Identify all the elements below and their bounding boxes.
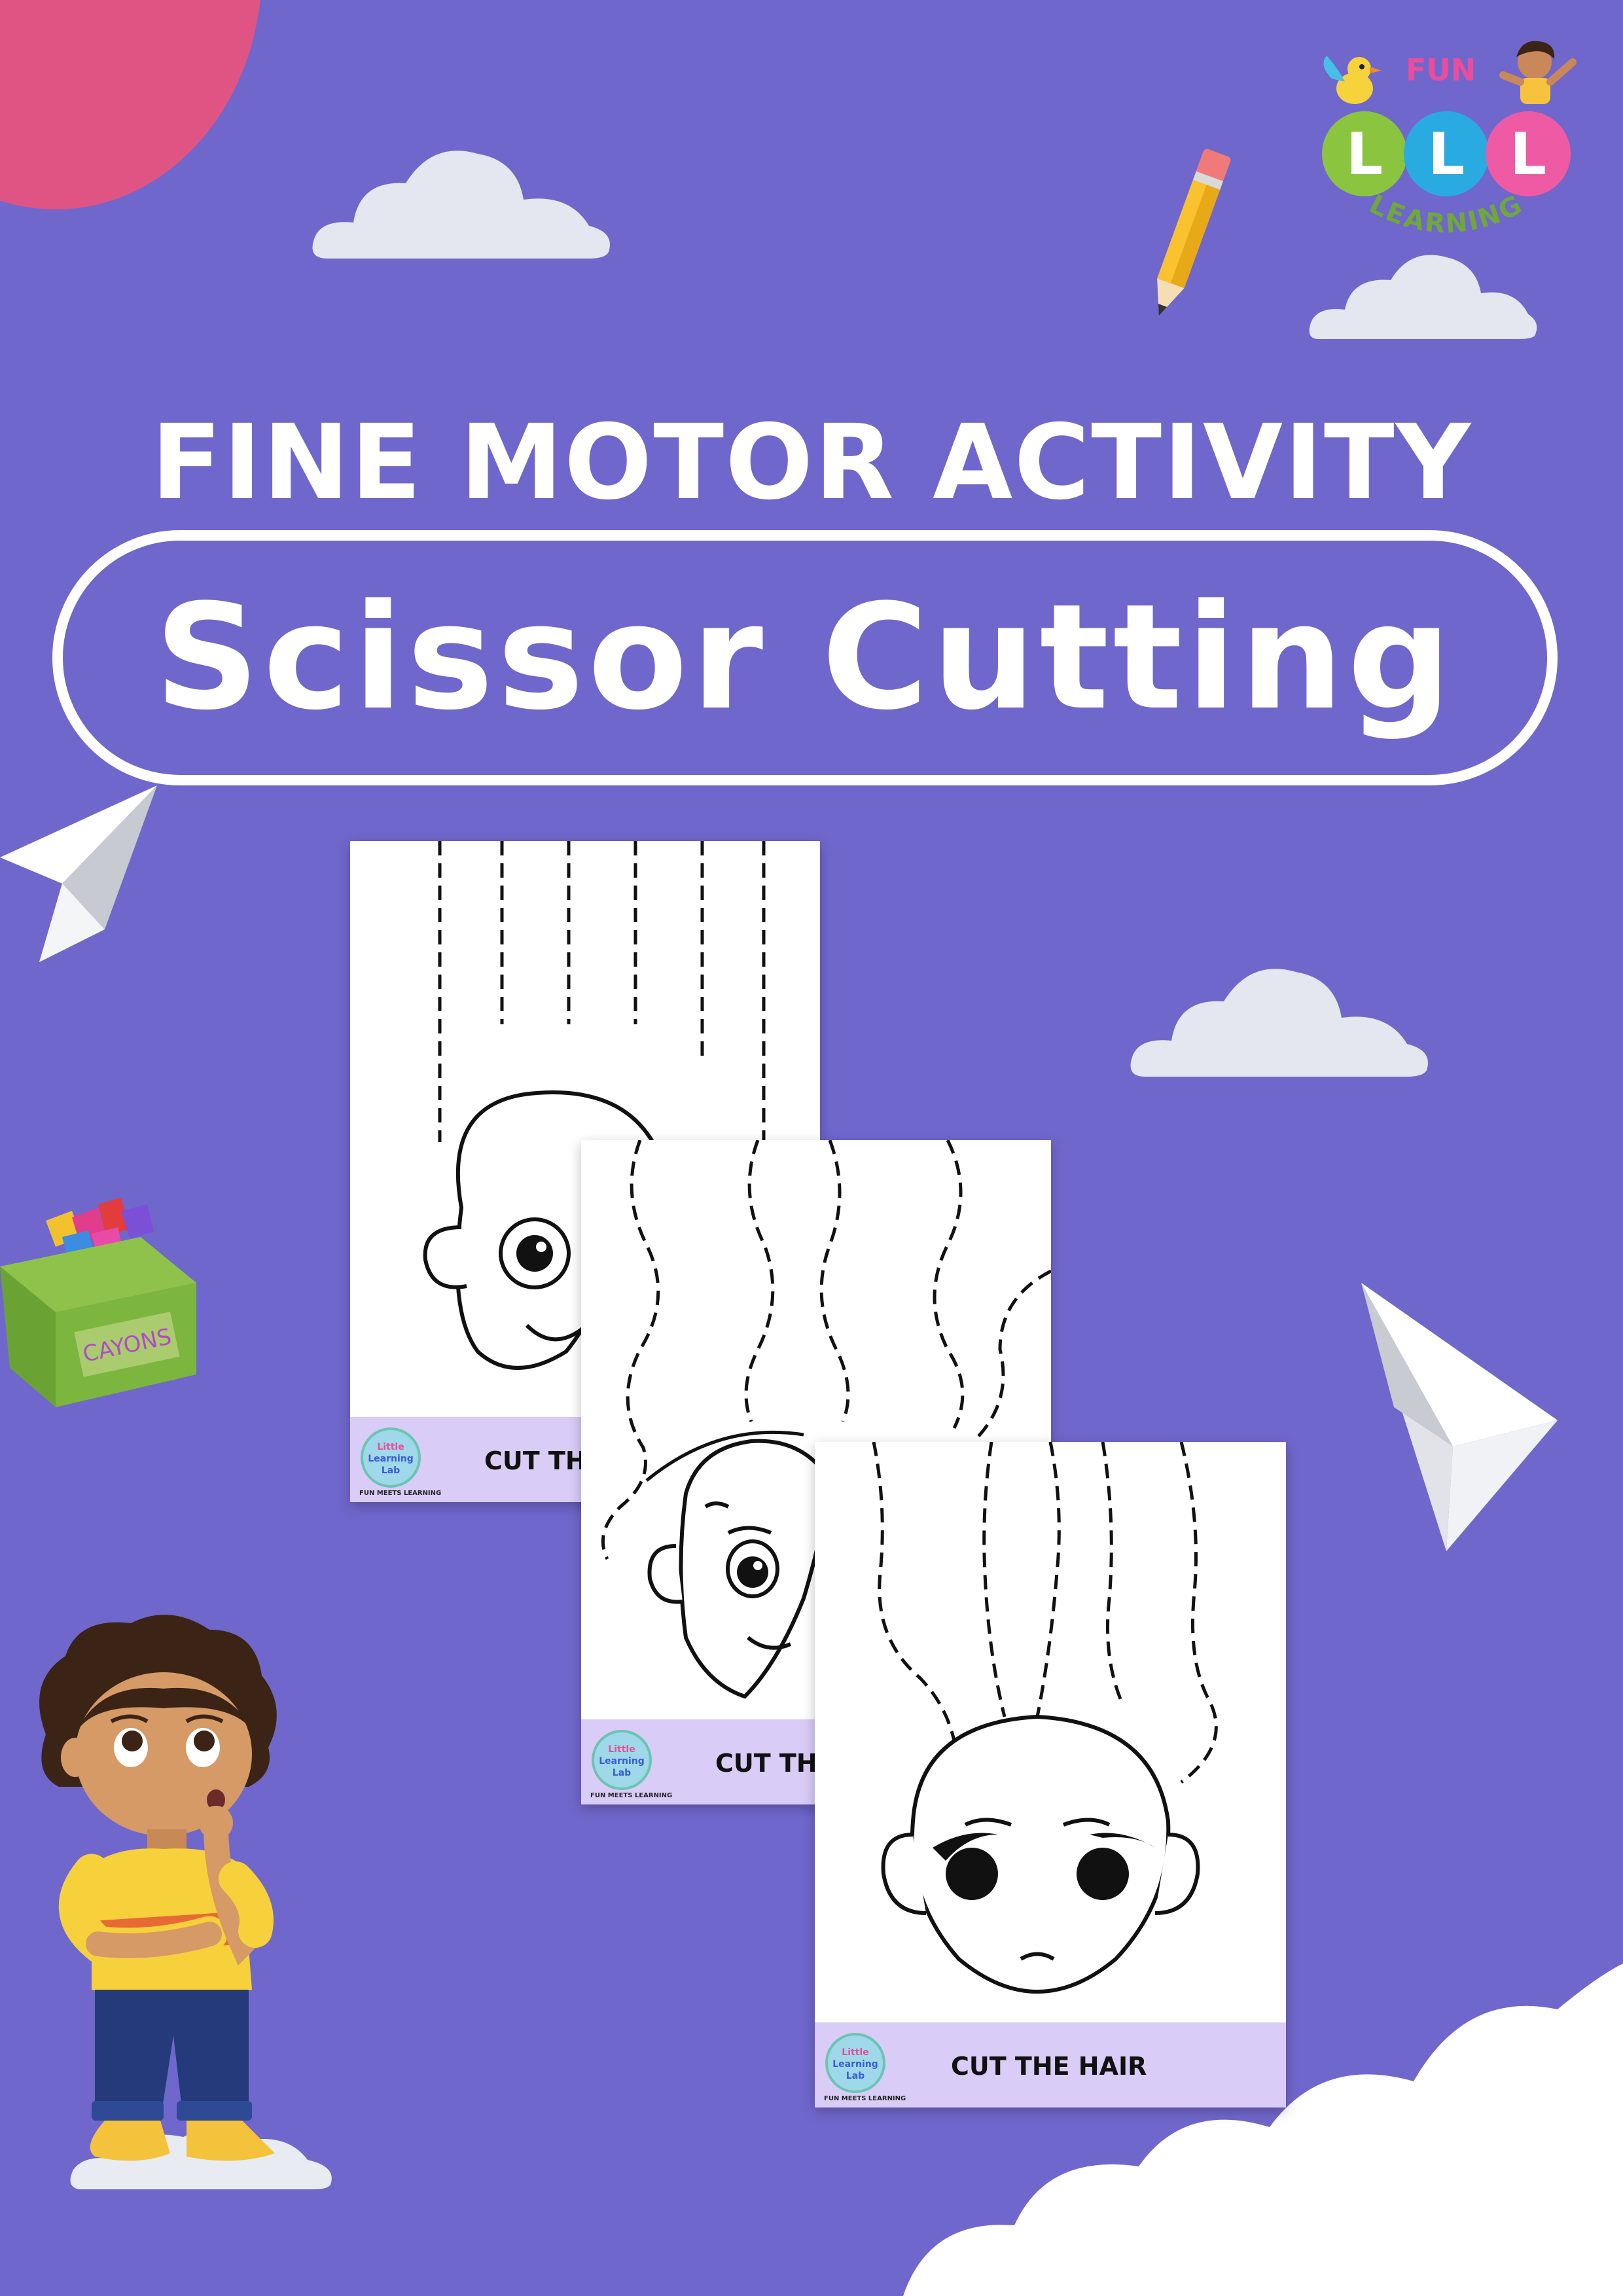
little-learning-lab-logo: Little Learning Lab (825, 2033, 885, 2093)
title-pill: Scissor Cutting (52, 530, 1558, 785)
cloud-icon (1130, 969, 1428, 1077)
worksheet-label: CUT TH (715, 1749, 817, 1778)
little-learning-lab-logo: Little Learning Lab (592, 1730, 652, 1790)
svg-text:Learning: Learning (368, 1454, 414, 1464)
bird-icon (1323, 56, 1382, 104)
worksheet-label: CUT THE HAIR (951, 2052, 1147, 2081)
worksheet-footer: Little Learning Lab FUN MEETS LEARNING C… (815, 2022, 1286, 2108)
headline: FINE MOTOR ACTIVITY (151, 403, 1472, 523)
pink-circle-decoration (0, 0, 262, 209)
boy-thinking-illustration (39, 1615, 277, 2161)
cloud-icon (312, 151, 610, 259)
poster: FUN L L L LEARNING FINE MOTOR ACTIVITY S… (0, 0, 1623, 2296)
svg-text:Lab: Lab (613, 1768, 631, 1778)
kid-waving-icon (1499, 41, 1577, 104)
brand-letter-l1: L (1322, 111, 1407, 196)
brand-letter-l3: L (1486, 111, 1571, 196)
brand-learning-text: LEARNING (1364, 193, 1528, 240)
worksheet-tagline: FUN MEETS LEARNING (590, 1792, 673, 1799)
worksheet-tagline: FUN MEETS LEARNING (824, 2095, 906, 2102)
paper-plane-icon (0, 785, 157, 962)
svg-text:Lab: Lab (846, 2071, 865, 2081)
long-hair-boy-coloring-illustration (872, 1442, 1218, 1994)
paper-plane-icon (1361, 1283, 1558, 1551)
brand-fun-text: FUN (1406, 52, 1476, 88)
brand-letter-l2: L (1404, 111, 1489, 196)
worksheet-card: Little Learning Lab FUN MEETS LEARNING C… (815, 1442, 1286, 2108)
little-learning-lab-logo: Little Learning Lab (361, 1427, 421, 1488)
svg-text:Little: Little (377, 1442, 404, 1452)
crayon-box-icon: CAYONS (0, 1198, 196, 1407)
page-title: Scissor Cutting (154, 573, 1455, 742)
svg-text:Learning: Learning (832, 2059, 878, 2070)
svg-text:LEARNING: LEARNING (1364, 193, 1528, 240)
svg-text:Lab: Lab (382, 1465, 400, 1476)
svg-text:Little: Little (608, 1744, 635, 1755)
svg-text:Little: Little (842, 2047, 868, 2058)
pencil-icon (1157, 149, 1231, 316)
svg-text:Learning: Learning (599, 1756, 645, 1767)
worksheet-tagline: FUN MEETS LEARNING (359, 1490, 442, 1497)
worksheet-label: CUT TH (484, 1446, 586, 1475)
